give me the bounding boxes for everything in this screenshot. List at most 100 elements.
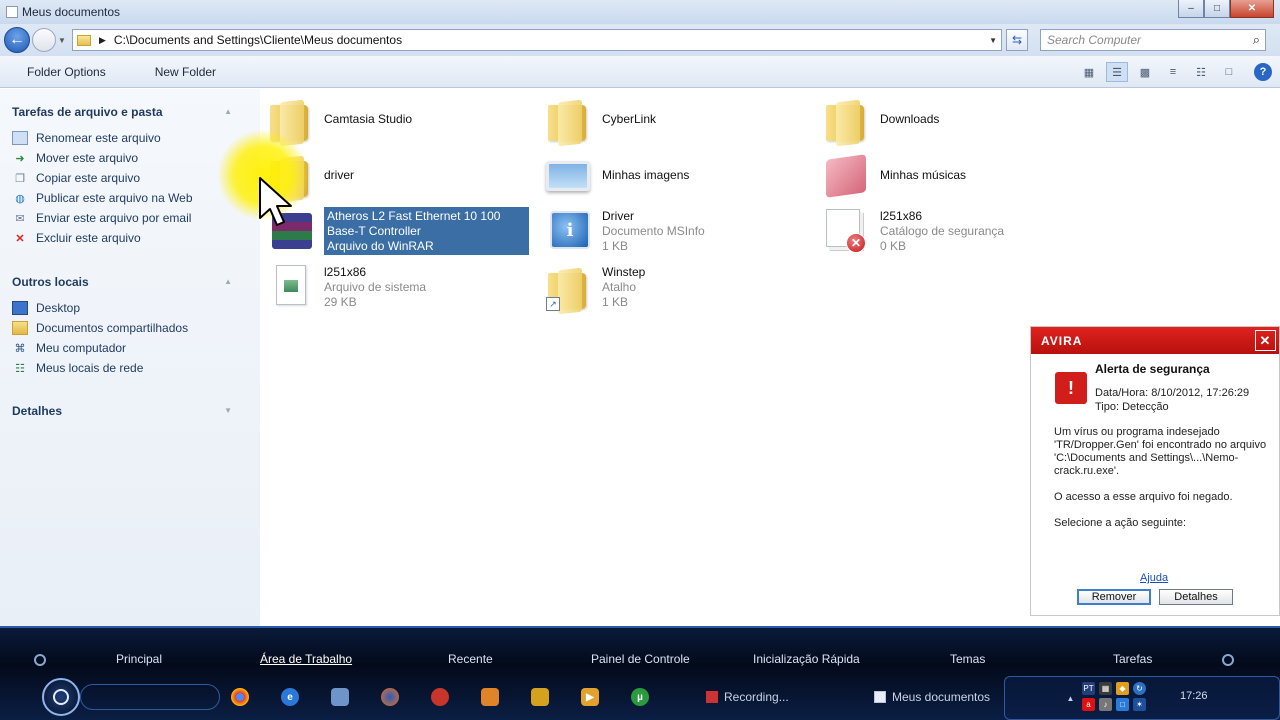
move-icon: ➜ <box>15 152 25 165</box>
details-view-icon[interactable]: ☷ <box>1190 62 1212 82</box>
file-item[interactable]: Minhas músicas <box>822 151 966 199</box>
sidebar-item-copy[interactable]: ❐ Copiar este arquivo <box>12 171 140 185</box>
tasks-section-title[interactable]: Tarefas de arquivo e pasta <box>12 105 163 119</box>
sidebar-item-shared-docs[interactable]: Documentos compartilhados <box>12 321 188 335</box>
sidebar-item-publish[interactable]: ◍ Publicar este arquivo na Web <box>12 191 193 205</box>
avira-header: AVIRA ✕ <box>1031 327 1279 354</box>
file-name: l251x86 <box>880 208 923 223</box>
collapse-chevron-icon[interactable]: ▲ <box>224 277 232 286</box>
search-input[interactable]: Search Computer ⌕ <box>1040 29 1266 51</box>
music-folder-icon <box>822 151 870 199</box>
taskbar-menu-themes[interactable]: Temas <box>950 652 985 666</box>
taskbar: Principal Área de Trabalho Recente Paine… <box>0 626 1280 720</box>
clock[interactable]: 17:26 <box>1180 690 1208 702</box>
taskbar-menu-quick-launch[interactable]: Inicialização Rápida <box>753 652 860 666</box>
file-item[interactable]: ↗ Winstep Atalho 1 KB <box>544 263 645 311</box>
places-section-title[interactable]: Outros locais <box>12 275 89 289</box>
winamp-icon[interactable] <box>531 688 549 706</box>
list-view-icon[interactable]: ≡ <box>1162 62 1184 82</box>
utorrent-icon[interactable]: µ <box>631 688 649 706</box>
network-tray-icon[interactable]: ▦ <box>1099 682 1112 695</box>
taskbar-menu-control-panel[interactable]: Painel de Controle <box>591 652 690 666</box>
collapse-chevron-icon[interactable]: ▲ <box>224 107 232 116</box>
folder-icon <box>77 34 91 46</box>
avira-tray-icon[interactable]: a <box>1082 698 1095 711</box>
refresh-button[interactable]: ⇆ <box>1006 29 1028 51</box>
file-item[interactable]: i Driver Documento MSInfo 1 KB <box>544 207 705 255</box>
history-dropdown[interactable]: ▼ <box>56 36 68 45</box>
thumbnails-view-icon[interactable]: ▦ <box>1078 62 1100 82</box>
minimize-button[interactable]: – <box>1178 0 1204 18</box>
tray-expand-icon[interactable]: ▲ <box>1064 692 1077 705</box>
taskbar-menu-tasks[interactable]: Tarefas <box>1113 652 1152 666</box>
breadcrumb-arrow-icon[interactable]: ▶ <box>99 35 106 46</box>
sidebar-item-label: Desktop <box>36 301 81 315</box>
shield-icon[interactable]: ◆ <box>1116 682 1129 695</box>
close-icon[interactable]: ✕ <box>1255 330 1276 351</box>
sidebar-item-rename[interactable]: Renomear este arquivo <box>12 131 161 145</box>
update-icon[interactable]: ↻ <box>1133 682 1146 695</box>
details-button[interactable]: Detalhes <box>1159 589 1233 605</box>
sidebar-item-desktop[interactable]: Desktop <box>12 301 80 315</box>
sidebar-item-label: Copiar este arquivo <box>36 171 141 185</box>
file-item[interactable]: Downloads <box>822 95 939 143</box>
file-name: Camtasia Studio <box>324 111 413 126</box>
close-button[interactable]: ✕ <box>1230 0 1274 18</box>
sidebar-item-label: Publicar este arquivo na Web <box>36 191 193 205</box>
sidebar-item-delete[interactable]: ✕ Excluir este arquivo <box>12 231 140 245</box>
help-link[interactable]: Ajuda <box>1140 572 1168 584</box>
file-item[interactable]: l251x86 Arquivo de sistema 29 KB <box>266 263 426 311</box>
language-icon[interactable]: PT <box>1082 682 1095 695</box>
file-type: Atalho <box>602 279 637 294</box>
taskbar-menu-recent[interactable]: Recente <box>448 652 493 666</box>
folder-options-button[interactable]: Folder Options <box>27 65 106 79</box>
file-item[interactable]: CyberLink <box>544 95 656 143</box>
help-icon[interactable]: ? <box>1254 63 1272 81</box>
sidebar-item-label: Enviar este arquivo por email <box>36 211 192 225</box>
search-icon[interactable]: ⌕ <box>1253 32 1260 48</box>
volume-icon[interactable]: ♪ <box>1099 698 1112 711</box>
address-dropdown-icon[interactable]: ▼ <box>989 36 997 45</box>
taskbar-menu-desktop[interactable]: Área de Trabalho <box>260 652 352 666</box>
chrome-icon[interactable] <box>231 688 249 706</box>
task-button-explorer[interactable]: Meus documentos <box>874 686 990 708</box>
file-item[interactable]: Camtasia Studio <box>266 95 412 143</box>
forward-button[interactable] <box>32 28 56 52</box>
file-size: 0 KB <box>880 238 907 253</box>
task-button-recording[interactable]: Recording... <box>706 686 789 708</box>
app-icon[interactable] <box>481 688 499 706</box>
address-bar[interactable]: ▶ C:\Documents and Settings\Cliente\Meus… <box>72 29 1002 51</box>
shortcut-folder-icon: ↗ <box>544 263 592 311</box>
bluetooth-icon[interactable]: ✶ <box>1133 698 1146 711</box>
tiles-view-icon[interactable]: ☰ <box>1106 62 1128 82</box>
file-item-selected[interactable]: Atheros L2 Fast Ethernet 10 100 Base-T C… <box>266 207 529 255</box>
preview-pane-icon[interactable]: □ <box>1218 62 1240 82</box>
file-name: Atheros L2 Fast Ethernet 10 100 Base-T C… <box>327 208 501 238</box>
expand-chevron-icon[interactable]: ▼ <box>224 406 232 415</box>
back-button[interactable]: ← <box>4 27 30 53</box>
sidebar-item-network[interactable]: ☷ Meus locais de rede <box>12 361 143 375</box>
sidebar-item-label: Meu computador <box>36 341 127 355</box>
internet-explorer-icon[interactable]: e <box>281 688 299 706</box>
file-name: Minhas músicas <box>880 167 967 182</box>
warning-icon: ! <box>1055 372 1087 404</box>
display-icon[interactable]: □ <box>1116 698 1129 711</box>
remove-button[interactable]: Remover <box>1077 589 1151 605</box>
icons-view-icon[interactable]: ▩ <box>1134 62 1156 82</box>
sidebar-item-computer[interactable]: ⌘ Meu computador <box>12 341 127 355</box>
start-orb[interactable] <box>42 678 80 716</box>
file-item[interactable]: ✕ l251x86 Catálogo de segurança 0 KB <box>822 207 1004 255</box>
firefox-icon[interactable] <box>381 688 399 706</box>
details-section-title[interactable]: Detalhes <box>12 404 62 418</box>
new-folder-button[interactable]: New Folder <box>155 65 216 79</box>
play-icon[interactable]: ▶ <box>581 688 599 706</box>
taskbar-menu-principal[interactable]: Principal <box>116 652 162 666</box>
maximize-button[interactable]: □ <box>1204 0 1230 18</box>
window-controls: – □ ✕ <box>1178 0 1274 18</box>
sidebar-item-move[interactable]: ➜ Mover este arquivo <box>12 151 138 165</box>
file-item[interactable]: Minhas imagens <box>544 151 689 199</box>
file-item[interactable]: driver <box>266 151 354 199</box>
sidebar-item-email[interactable]: ✉ Enviar este arquivo por email <box>12 211 191 225</box>
desktop-icon[interactable] <box>331 688 349 706</box>
media-player-icon[interactable] <box>431 688 449 706</box>
